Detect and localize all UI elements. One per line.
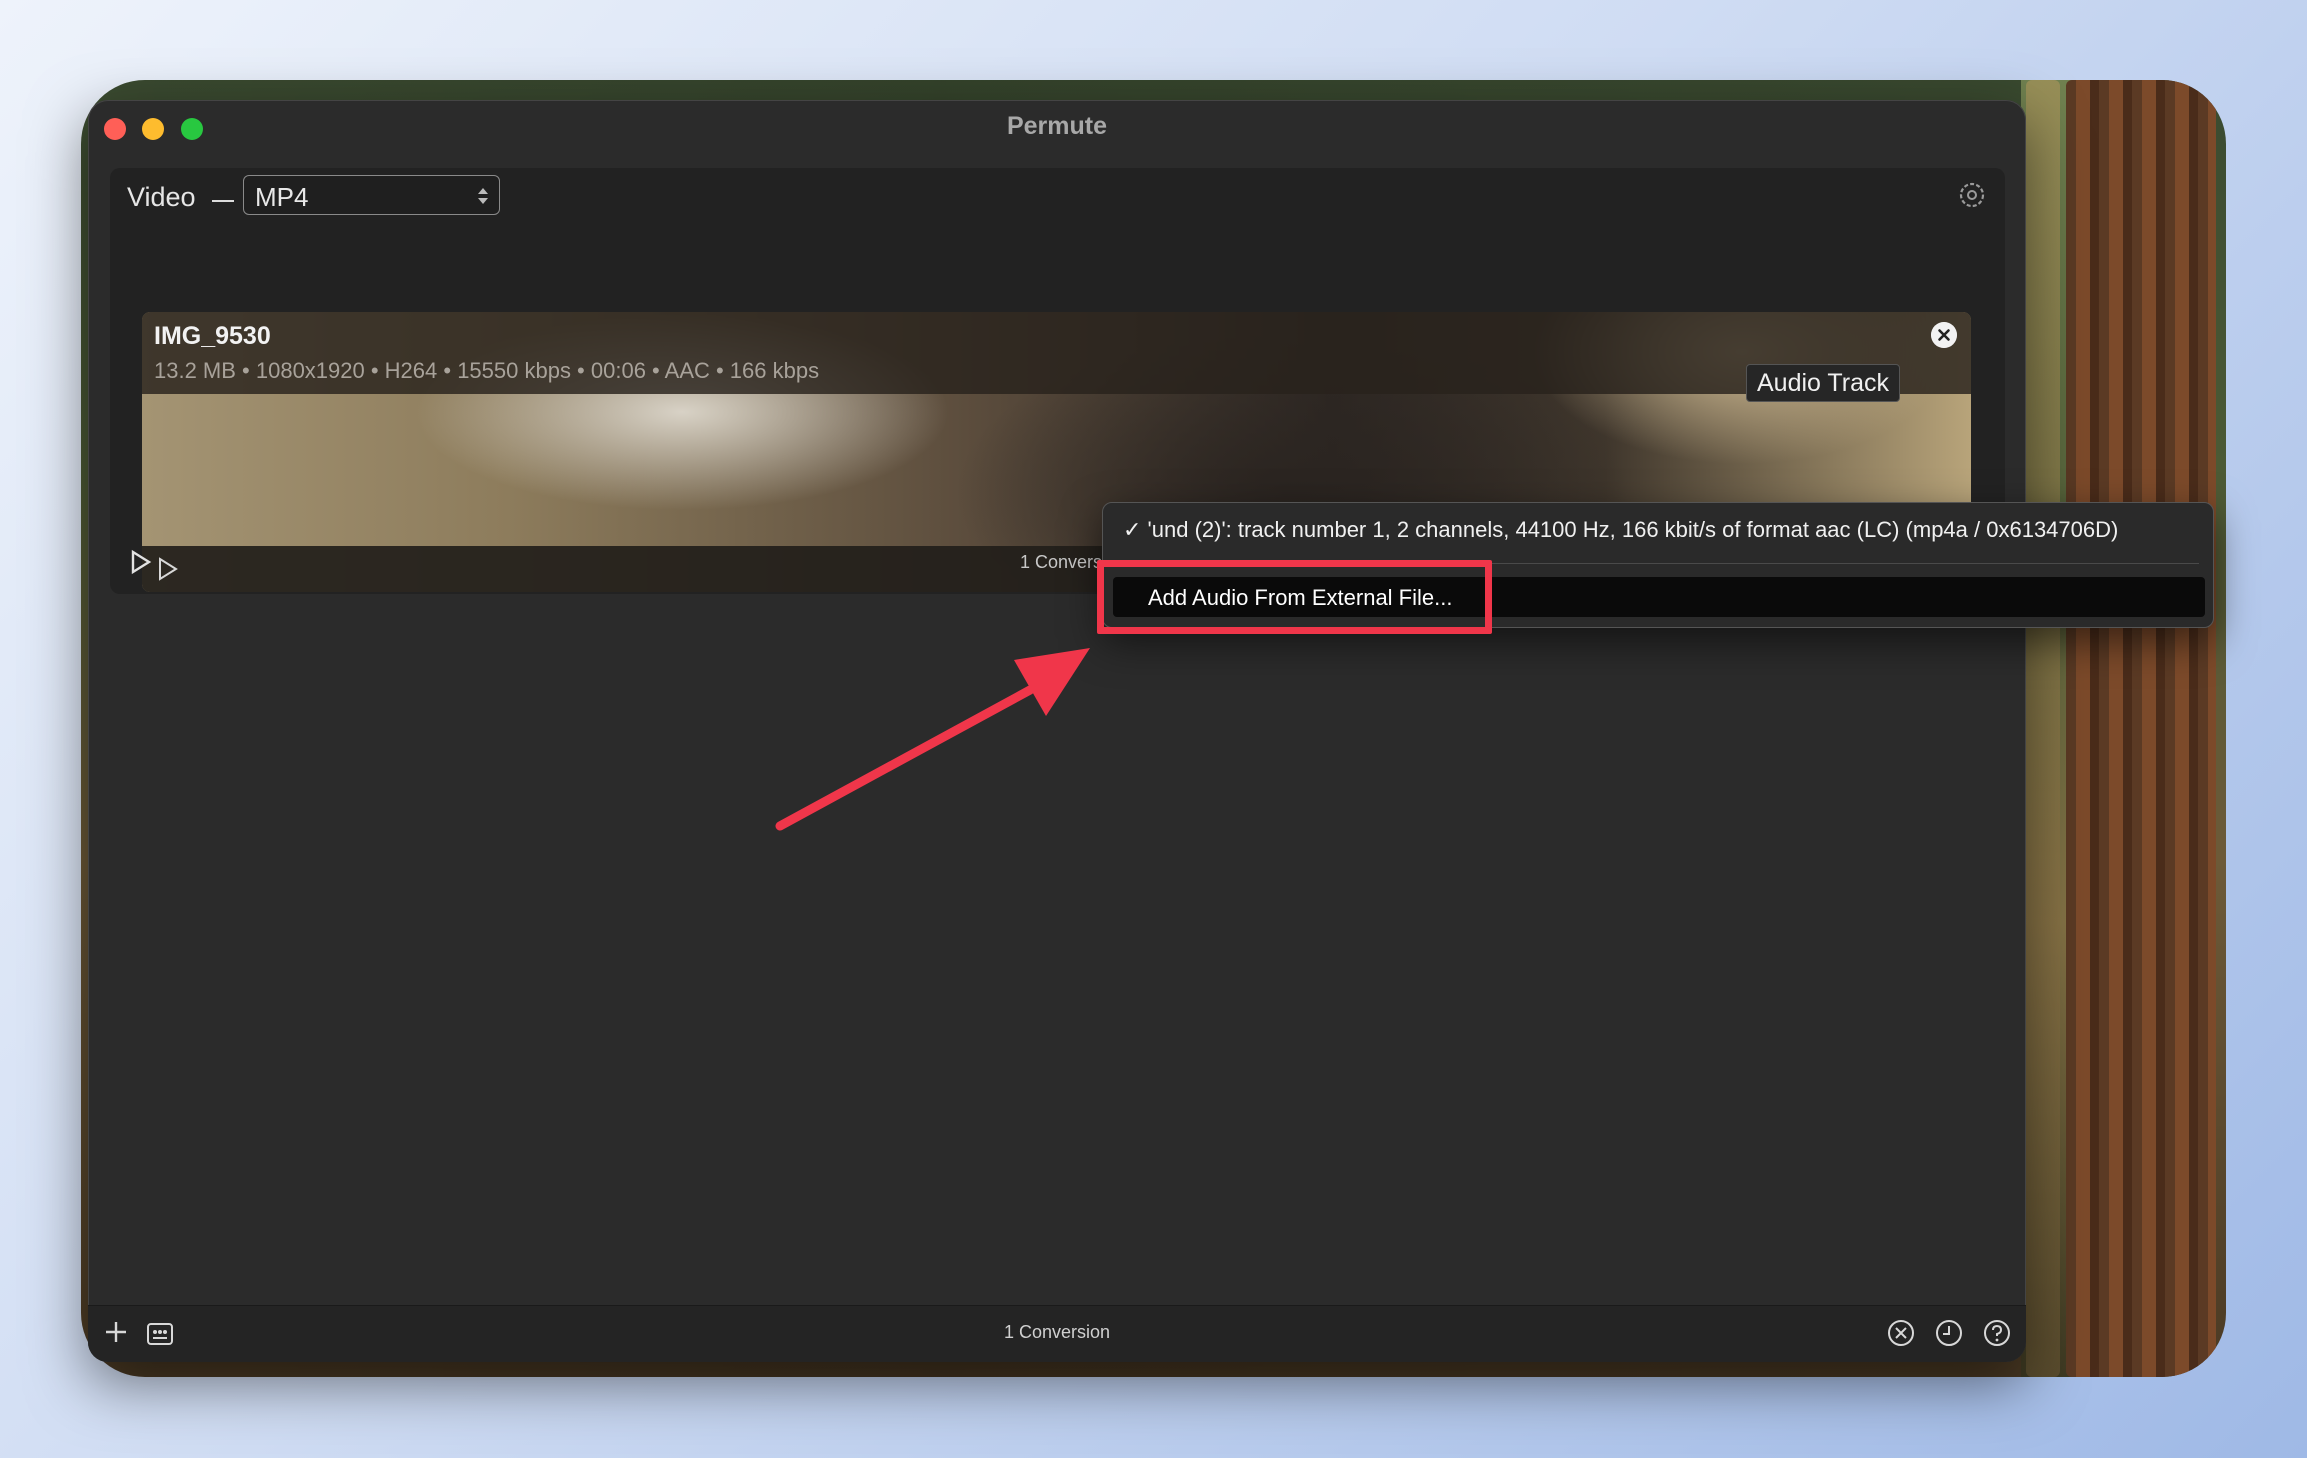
annotation-arrow-icon bbox=[775, 648, 1090, 831]
